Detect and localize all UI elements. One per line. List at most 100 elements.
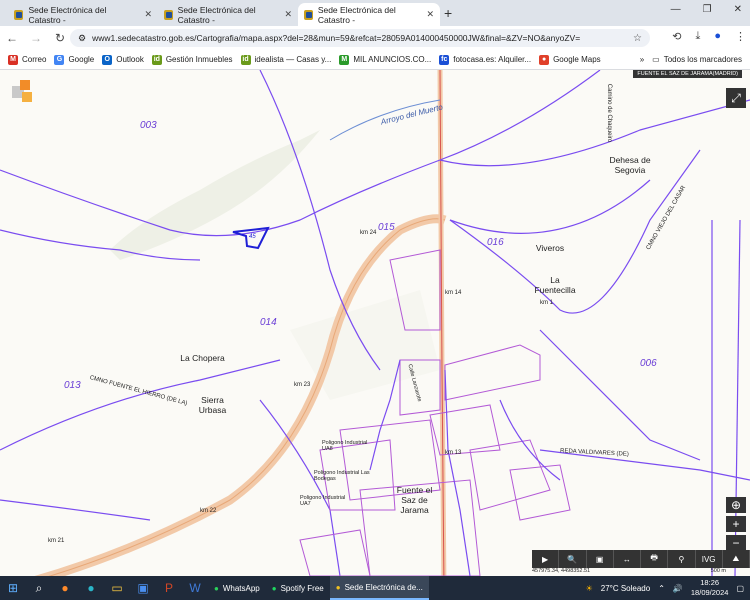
new-tab-icon[interactable]: + [444,5,452,21]
place-la-chopera: La Chopera [180,353,225,363]
selected-parcel-number[interactable]: 45 [249,234,256,240]
bookmarks-bar: M Correo G Google O Outlook id Gestión Inmue… [0,50,750,70]
toolbar-ivg-button[interactable]: IVG [696,550,723,568]
label-poligono-las-bodegas: Poligono Industrial Las Bodegas [314,470,370,482]
firefox-icon[interactable]: ● [52,576,78,600]
tray-overflow-icon[interactable]: ⌃ [658,584,665,593]
catastro-favicon-icon [164,9,173,20]
search-icon[interactable]: ⌕ [26,576,52,600]
scale-bar: 500 m [710,568,726,574]
outlook-icon: O [102,54,113,65]
windows-start-icon[interactable]: ⊞ [0,576,26,600]
cadastral-map[interactable]: FUENTE EL SAZ DE JARAMA(MADRID) ⤢ 003 01… [0,70,750,576]
forward-icon[interactable]: → [24,31,48,45]
file-explorer-icon[interactable]: ▭ [104,576,130,600]
mil-icon: M [339,54,350,65]
toolbar-layers-icon[interactable]: ▣ [587,550,614,568]
tab-2[interactable]: Sede Electrónica del Catastro - ✕ [158,3,298,26]
label-km21: km 21 [48,538,65,544]
parcel-label-003: 003 [140,120,157,131]
bookmark-correo[interactable]: M Correo [8,54,46,65]
tab-1[interactable]: Sede Electrónica del Catastro - ✕ [8,3,158,26]
reload-icon[interactable]: ↻ [48,31,72,45]
toolbar-play-icon[interactable]: ▶ [532,550,560,568]
menu-icon[interactable]: ⋮ [735,30,746,43]
toolbar-search-icon[interactable]: 🔍 [559,550,587,568]
history-icon[interactable]: ⟲ [672,30,681,43]
bookmarks-overflow-icon[interactable]: » [640,55,644,64]
tab-3[interactable]: Sede Electrónica del Catastro - ✕ [298,3,440,26]
gmail-icon: M [8,54,18,65]
notifications-icon[interactable]: ▢ [736,584,744,593]
back-icon[interactable]: ← [0,31,24,45]
tab-bar: Sede Electrónica del Catastro - ✕ Sede E… [0,0,750,26]
tab-title: Sede Electrónica del Catastro - [317,4,396,25]
label-km22: km 22 [200,508,217,514]
label-km14: km 14 [445,290,462,296]
sun-icon: ☀ [585,583,593,593]
close-window-icon[interactable]: ✕ [734,4,742,15]
tab-title: Sede Electrónica del Catastro - [177,4,256,25]
bookmark-gestion-inmuebles[interactable]: id Gestión Inmuebles [151,54,233,65]
folder-icon: ▭ [652,55,660,64]
edge-icon[interactable]: ● [78,576,104,600]
system-tray: ☀ 27°C Soleado ⌃ 🔊 18:26 18/09/2024 ▢ [586,576,744,600]
fullscreen-icon[interactable]: ⤢ [726,88,746,108]
address-bar[interactable]: ⚙ www1.sedecatastro.gob.es/Cartografia/m… [70,29,650,47]
toolbar-print-icon[interactable]: 🖶 [641,550,669,568]
catastro-favicon-icon [14,9,24,20]
catastro-favicon-icon [304,9,313,20]
word-icon[interactable]: W [182,576,208,600]
zoom-in-icon[interactable]: + [726,516,746,532]
id-icon: id [151,54,162,65]
bookmark-fotocasa[interactable]: fc fotocasa.es: Alquiler... [439,54,531,65]
download-icon[interactable]: ⤓ [695,30,700,43]
parcel-label-016: 016 [487,237,504,248]
clock[interactable]: 18:26 18/09/2024 [691,578,729,598]
url-text: www1.sedecatastro.gob.es/Cartografia/map… [92,33,581,43]
maximize-icon[interactable]: ❐ [703,4,712,15]
minimize-icon[interactable]: — [671,4,681,15]
toolbar-measure-icon[interactable]: ↔ [614,550,641,568]
close-tab-icon[interactable]: ✕ [426,9,434,20]
profile-avatar-icon[interactable]: ● [714,30,721,43]
label-km13: km 13 [445,450,462,456]
label-km23: km 23 [294,382,311,388]
map-canvas [0,70,750,576]
site-info-icon[interactable]: ⚙ [78,33,86,44]
coordinates-readout: 457975.34, 4498352.51 [532,568,591,574]
map-toolbar: ▶ 🔍 ▣ ↔ 🖶 ⚲ IVG ⛰ [532,550,750,568]
taskbar-chrome[interactable]: ● Sede Electrónica de... [329,576,429,600]
place-sierra-urbasa: Sierra Urbasa [198,395,227,415]
label-camino-de-chaqueiro: Camino de Chaqueiro [606,83,613,143]
zoom-out-icon[interactable]: − [726,535,746,551]
toolbar-terrain-icon[interactable]: ⛰ [723,550,750,568]
place-viveros: Viveros [535,243,565,253]
label-poligono-ua7: Poligono Industrial UA7 [300,495,346,507]
parcel-label-006: 006 [640,358,657,369]
bookmark-star-icon[interactable]: ☆ [633,33,642,44]
bookmark-milanuncios[interactable]: M MIL ANUNCIOS.CO... [339,54,431,65]
tab-title: Sede Electrónica del Catastro - [28,4,107,25]
gallery-icon[interactable]: ▣ [130,576,156,600]
bookmark-outlook[interactable]: O Outlook [102,54,144,65]
bookmark-idealista[interactable]: id idealista — Casas y... [240,54,331,65]
parcel-label-014: 014 [260,317,277,328]
taskbar-whatsapp[interactable]: ● WhatsApp [208,576,266,600]
maps-pin-icon: ● [539,54,550,65]
bookmark-google[interactable]: G Google [54,54,94,65]
place-la-fuentecilla: La Fuentecilla [534,275,576,295]
parcel-label-015: 015 [378,222,395,233]
volume-icon[interactable]: 🔊 [673,584,683,593]
whatsapp-icon: ● [214,583,219,593]
chrome-icon: ● [335,582,341,592]
toolbar-info-icon[interactable]: ⚲ [668,550,696,568]
close-tab-icon[interactable]: ✕ [144,9,152,20]
all-bookmarks[interactable]: ▭ Todos los marcadores [652,55,742,64]
weather-text[interactable]: 27°C Soleado [601,584,650,593]
bookmark-google-maps[interactable]: ● Google Maps [539,54,601,65]
locate-icon[interactable]: ⊕ [726,497,746,513]
powerpoint-icon[interactable]: P [156,576,182,600]
close-tab-icon[interactable]: ✕ [284,9,292,20]
taskbar-spotify[interactable]: ● Spotify Free [266,576,330,600]
